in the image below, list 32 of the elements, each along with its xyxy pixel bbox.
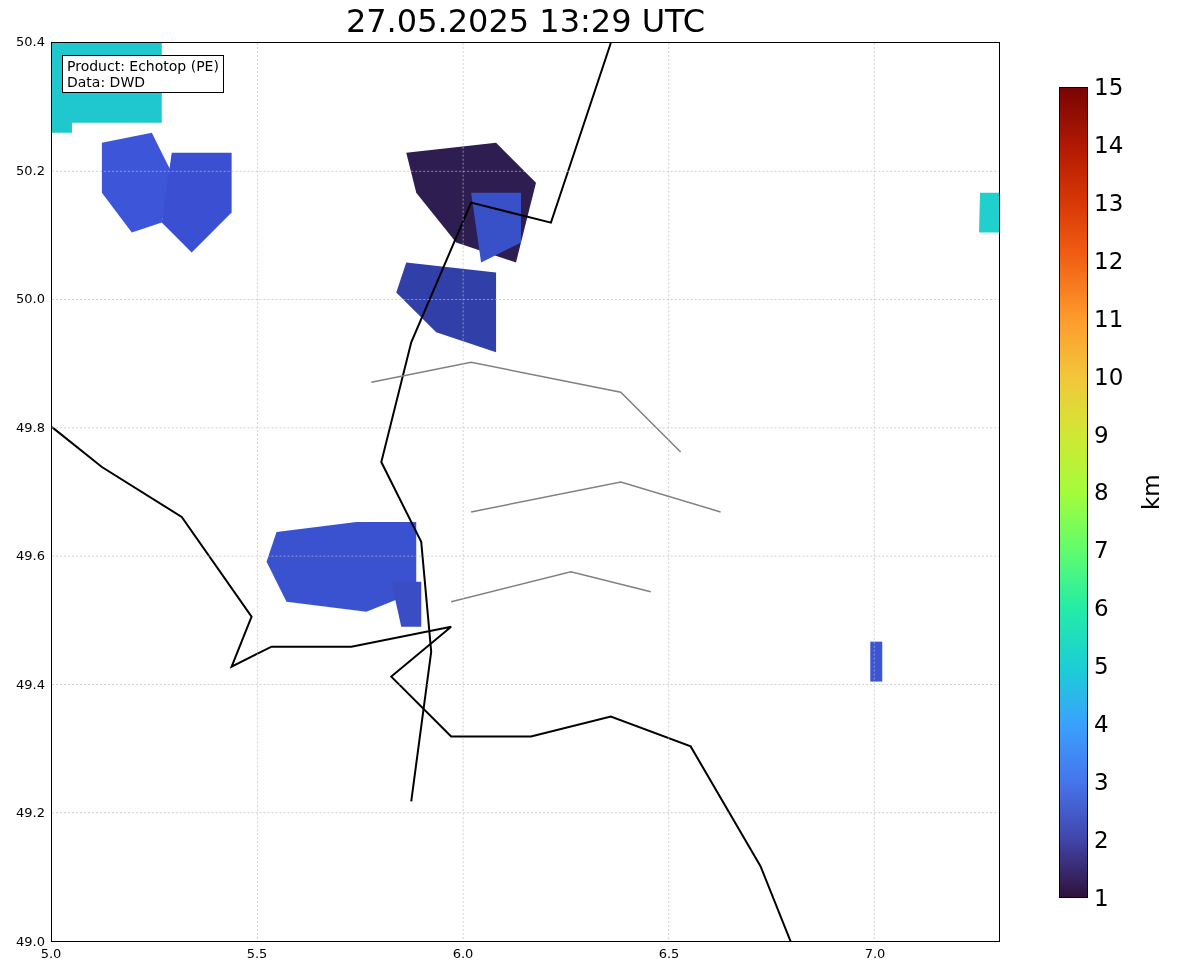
colorbar-tick-label: 1 bbox=[1094, 883, 1110, 912]
colorbar-tick-label: 11 bbox=[1094, 304, 1124, 333]
x-tick-label: 5.5 bbox=[246, 946, 268, 962]
colorbar-tick-label: 15 bbox=[1094, 73, 1124, 101]
colorbar-tick-label: 2 bbox=[1094, 826, 1110, 854]
chart-title: 27.05.2025 13:29 UTC bbox=[345, 2, 706, 40]
colorbar-tick-label: 10 bbox=[1094, 362, 1124, 391]
colorbar-tick-label: 4 bbox=[1094, 710, 1110, 739]
colorbar-tick-label: 13 bbox=[1094, 188, 1124, 217]
colorbar-tick-label: 8 bbox=[1094, 478, 1110, 507]
info-text: Product: Echotop (PE) bbox=[67, 58, 219, 74]
x-tick-label: 5.0 bbox=[40, 946, 62, 962]
colorbar-tick-label: 7 bbox=[1094, 536, 1110, 565]
x-tick-label: 7.0 bbox=[864, 946, 886, 962]
y-tick-label: 50.0 bbox=[16, 291, 45, 308]
y-tick-label: 49.8 bbox=[16, 419, 45, 436]
y-tick-label: 49.6 bbox=[16, 548, 45, 565]
colorbar-label: km bbox=[1136, 474, 1165, 511]
colorbar-tick-label: 14 bbox=[1094, 130, 1124, 159]
colorbar-tick-label: 9 bbox=[1094, 420, 1110, 449]
colorbar-tick-label: 5 bbox=[1094, 652, 1110, 681]
y-tick-label: 49.0 bbox=[16, 934, 45, 949]
y-tick-label: 50.2 bbox=[16, 162, 45, 179]
colorbar-tick-label: 6 bbox=[1094, 594, 1110, 623]
x-tick-label: 6.5 bbox=[658, 946, 680, 962]
colorbar-tick-label: 12 bbox=[1094, 246, 1124, 275]
colorbar-tick-label: 3 bbox=[1094, 768, 1110, 797]
y-tick-label: 50.4 bbox=[16, 34, 45, 50]
y-tick-label: 49.4 bbox=[16, 676, 45, 693]
info-text: Data: DWD bbox=[67, 74, 146, 90]
x-tick-label: 6.0 bbox=[452, 946, 474, 962]
y-tick-label: 49.2 bbox=[16, 805, 45, 822]
